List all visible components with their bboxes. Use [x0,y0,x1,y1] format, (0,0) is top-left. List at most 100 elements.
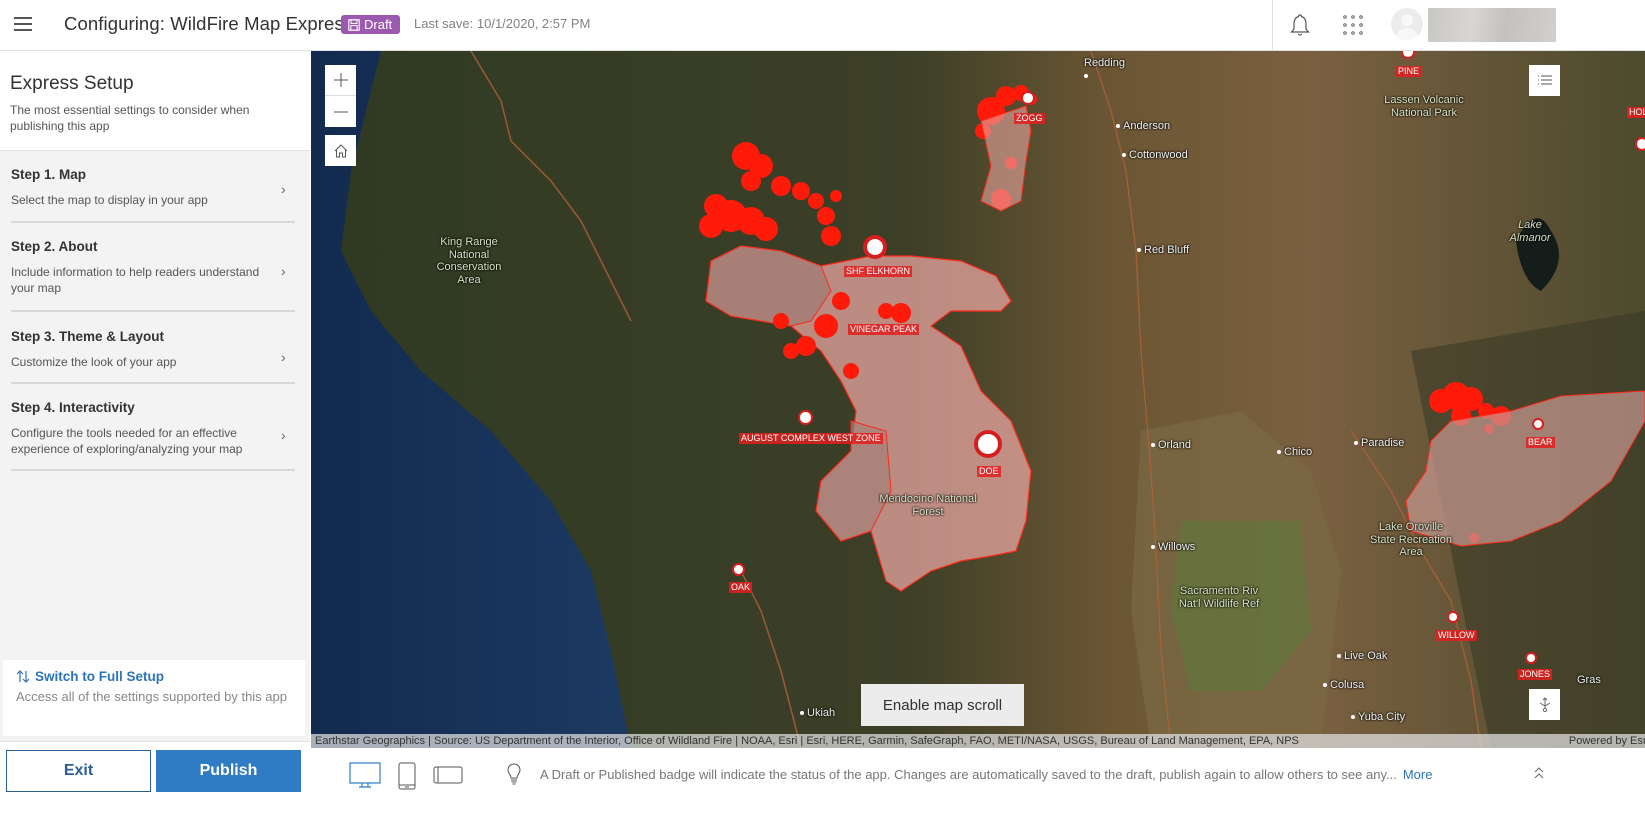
city-dot [1084,70,1091,82]
fire-label-zogg: ZOGG [1014,113,1045,124]
fire-icon[interactable] [974,430,1002,458]
park-label: Mendocino National Forest [879,493,977,518]
action-footer: Exit Publish [0,741,310,835]
fire-icon[interactable] [1447,611,1459,623]
app-header: Configuring: WildFire Map Express Draft … [0,0,1645,51]
attribution-text: Earthstar Geographics | Source: US Depar… [315,735,1299,747]
plus-icon [333,73,348,87]
fire-icon[interactable] [863,235,887,259]
step-title: Step 3. Theme & Layout [11,329,165,344]
bell-icon[interactable] [1288,12,1312,38]
layer-list-button[interactable] [1529,65,1560,96]
desktop-icon[interactable] [349,762,381,790]
enable-map-scroll-button[interactable]: Enable map scroll [861,684,1024,726]
lake-label: Lake Almanor [1509,219,1551,244]
tip-message: A Draft or Published badge will indicate… [540,767,1432,782]
city-label: Anderson [1116,120,1170,132]
city-label: Chico [1277,446,1312,458]
step-title: Step 4. Interactivity [11,400,135,415]
fire-icon[interactable] [798,410,813,425]
chevron-right-icon: › [281,181,286,197]
fire-icon[interactable] [1525,652,1537,664]
user-avatar-icon[interactable] [1391,8,1423,40]
fire-label-willow: WILLOW [1436,630,1477,641]
city-label: Willows [1151,541,1195,553]
city-label: Paradise [1354,437,1404,449]
minus-icon [333,111,348,112]
chevron-right-icon: › [281,427,286,443]
fire-icon[interactable] [732,563,745,576]
home-icon [334,143,347,157]
fire-icon[interactable] [1021,91,1035,105]
lightbulb-icon [507,763,521,785]
powered-by-esri-link[interactable]: Powered by Esri [1569,734,1645,748]
zoom-in-button[interactable] [325,65,356,96]
status-badge: Draft [341,15,401,34]
place-label: Gras [1577,674,1601,686]
city-label: Live Oak [1337,650,1387,662]
step-description: Include information to help readers unde… [11,265,260,295]
page-title: Configuring: WildFire Map Express [64,13,354,34]
city-label: Cottonwood [1122,149,1188,161]
mobile-icon[interactable] [398,762,416,790]
header-divider [1272,0,1273,50]
setup-title: Express Setup [10,73,134,94]
fire-label-shf-elkhorn: SHF ELKHORN [844,266,913,277]
switch-full-setup-card[interactable]: Switch to Full Setup Access all of the s… [3,660,305,736]
chevron-double-up-icon[interactable] [1533,766,1545,780]
step-description: Select the map to display in your app [11,193,208,207]
switch-full-setup-description: Access all of the settings supported by … [16,689,287,704]
fire-label-oak: OAK [729,582,753,593]
step-description: Configure the tools needed for an effect… [11,426,243,456]
step-about[interactable]: Step 2. About Include information to hel… [11,223,295,312]
locate-button[interactable] [1529,689,1560,720]
fire-label-august-complex: AUGUST COMPLEX WEST ZONE [739,433,883,444]
city-label: Redding [1084,57,1125,69]
fire-label-doe: DOE [977,466,1001,477]
app-launcher-icon[interactable] [1341,13,1365,37]
map-view[interactable]: Redding Anderson Cottonwood Red Bluff Or… [311,51,1645,748]
save-icon [348,18,360,31]
fire-label-jones: JONES [1518,669,1553,680]
user-name-redacted[interactable] [1428,8,1556,42]
express-setup-panel: Express Setup The most essential setting… [0,51,310,741]
locate-icon [1539,696,1550,712]
tip-text: A Draft or Published badge will indicate… [540,767,1397,782]
publish-button[interactable]: Publish [156,750,301,792]
fire-label-hollo: HOLLO [1627,107,1645,118]
zoom-out-button[interactable] [325,96,356,127]
home-button[interactable] [325,135,356,166]
step-description: Customize the look of your app [11,355,177,369]
tablet-icon[interactable] [433,766,463,784]
fire-label-pine: PINE [1396,66,1422,77]
hamburger-icon[interactable] [12,13,34,35]
city-label: Colusa [1323,679,1364,691]
step-theme-layout[interactable]: Step 3. Theme & Layout Customize the loo… [11,312,295,384]
chevron-right-icon: › [281,263,286,279]
city-label: Red Bluff [1137,244,1189,256]
exit-button[interactable]: Exit [6,750,151,792]
fire-icon[interactable] [1635,137,1645,151]
status-badge-label: Draft [364,17,393,32]
swap-arrows-icon [16,670,30,683]
chevron-right-icon: › [281,349,286,365]
fire-icon[interactable] [1532,418,1544,430]
setup-subtitle: The most essential settings to consider … [10,103,250,133]
city-label: Ukiah [800,707,835,719]
more-link[interactable]: More [1403,767,1433,782]
satellite-basemap [311,51,1645,748]
park-label: King Range National Conservation Area [436,236,502,286]
switch-full-setup-link[interactable]: Switch to Full Setup [16,669,292,684]
layer-list-icon [1537,75,1552,84]
preview-toolbar: A Draft or Published badge will indicate… [311,748,1645,835]
fire-label-vinegar-peak: VINEGAR PEAK [848,324,920,335]
step-title: Step 1. Map [11,167,87,182]
city-label: Orland [1151,439,1191,451]
step-interactivity[interactable]: Step 4. Interactivity Configure the tool… [11,384,295,471]
park-label: Lassen Volcanic National Park [1384,94,1464,119]
step-map[interactable]: Step 1. Map Select the map to display in… [11,151,295,223]
park-label: Lake Oroville State Recreation Area [1370,521,1452,558]
park-label: Sacramento Riv Nat'l Wildlife Ref [1178,585,1260,610]
switch-full-setup-label: Switch to Full Setup [35,669,164,684]
setup-header: Express Setup The most essential setting… [0,51,310,151]
